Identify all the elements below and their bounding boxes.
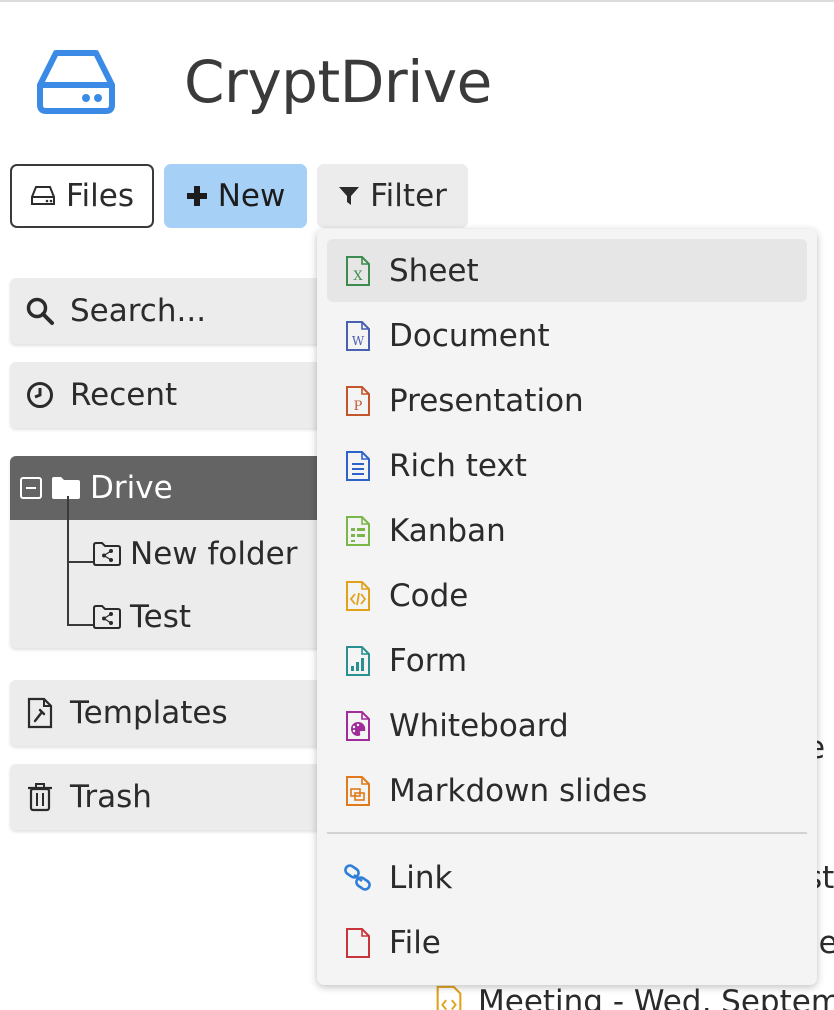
document-icon: W <box>343 318 373 354</box>
search-icon <box>24 295 56 327</box>
menu-item-file[interactable]: File <box>327 911 807 974</box>
drive-icon <box>30 186 55 205</box>
file-list-row[interactable]: Meeting - Wed, Septemb <box>434 984 834 1010</box>
template-icon <box>24 697 56 729</box>
form-icon <box>343 643 373 679</box>
menu-item-kanban[interactable]: Kanban <box>327 499 807 562</box>
menu-item-label: Rich text <box>389 447 527 484</box>
menu-item-form[interactable]: Form <box>327 629 807 692</box>
tree-item-label: Test <box>130 599 192 635</box>
tree-item-label: New folder <box>130 536 298 572</box>
sidebar-item-label: Templates <box>70 695 228 731</box>
svg-text:P: P <box>354 399 363 414</box>
menu-item-label: Code <box>389 577 469 614</box>
sidebar-item-test[interactable]: Test <box>92 599 191 635</box>
new-button-label: New <box>217 178 286 214</box>
whiteboard-icon <box>343 708 373 744</box>
menu-item-sheet[interactable]: X Sheet <box>327 239 807 302</box>
markdown-slides-icon <box>343 773 373 809</box>
menu-item-rich-text[interactable]: Rich text <box>327 434 807 497</box>
kanban-icon <box>343 513 373 549</box>
filter-button[interactable]: Filter <box>317 164 468 228</box>
trash-icon <box>24 781 56 813</box>
menu-item-label: File <box>389 924 441 961</box>
menu-item-whiteboard[interactable]: Whiteboard <box>327 694 807 757</box>
svg-text:X: X <box>353 269 363 284</box>
menu-item-label: Whiteboard <box>389 707 569 744</box>
new-button[interactable]: New <box>164 164 307 228</box>
tree-connector <box>67 624 95 626</box>
filter-icon <box>339 187 360 205</box>
code-icon <box>343 578 373 614</box>
tree-connector <box>67 561 95 563</box>
page-title: CryptDrive <box>184 48 492 116</box>
search-placeholder: Search... <box>70 293 207 329</box>
top-border <box>0 0 834 2</box>
folder-open-icon <box>52 477 80 499</box>
clock-icon <box>24 379 56 411</box>
drive-label: Drive <box>90 470 173 506</box>
link-icon <box>343 860 373 896</box>
menu-divider <box>327 832 807 834</box>
svg-text:W: W <box>352 334 365 348</box>
drive-tree: Drive New folder Test <box>10 456 340 648</box>
sidebar-item-label: Trash <box>70 779 152 815</box>
app-header: CryptDrive <box>36 44 492 120</box>
plus-icon <box>186 186 207 206</box>
menu-item-label: Link <box>389 859 453 896</box>
sidebar-item-trash[interactable]: Trash <box>10 764 340 830</box>
menu-item-label: Form <box>389 642 468 679</box>
code-file-icon <box>436 985 462 1010</box>
sidebar-item-drive[interactable]: Drive <box>10 456 340 520</box>
rich-text-icon <box>343 448 373 484</box>
drive-logo-icon <box>37 50 115 114</box>
file-icon <box>343 925 373 961</box>
menu-item-markdown-slides[interactable]: Markdown slides <box>327 759 807 822</box>
menu-item-label: Document <box>389 317 550 354</box>
new-document-menu: X Sheet W Document P Presentation Rich t… <box>317 229 817 985</box>
shared-folder-icon <box>93 605 121 629</box>
menu-item-label: Kanban <box>389 512 506 549</box>
search-field[interactable]: Search... <box>10 278 340 344</box>
menu-item-presentation[interactable]: P Presentation <box>327 369 807 432</box>
sidebar-item-new-folder[interactable]: New folder <box>92 536 297 572</box>
sheet-icon: X <box>343 253 373 289</box>
menu-item-code[interactable]: Code <box>327 564 807 627</box>
menu-item-document[interactable]: W Document <box>327 304 807 367</box>
files-button-label: Files <box>65 178 135 214</box>
sidebar-item-templates[interactable]: Templates <box>10 680 340 746</box>
menu-item-link[interactable]: Link <box>327 846 807 909</box>
sidebar-item-label: Recent <box>70 377 178 413</box>
menu-item-label: Presentation <box>389 382 584 419</box>
presentation-icon: P <box>343 383 373 419</box>
files-button[interactable]: Files <box>10 164 154 228</box>
file-name: Meeting - Wed, Septemb <box>478 984 834 1010</box>
sidebar-item-recent[interactable]: Recent <box>10 362 340 428</box>
menu-item-label: Sheet <box>389 252 479 289</box>
filter-button-label: Filter <box>370 178 447 214</box>
collapse-icon[interactable] <box>20 477 42 499</box>
menu-item-label: Markdown slides <box>389 772 648 809</box>
shared-folder-icon <box>93 542 121 566</box>
